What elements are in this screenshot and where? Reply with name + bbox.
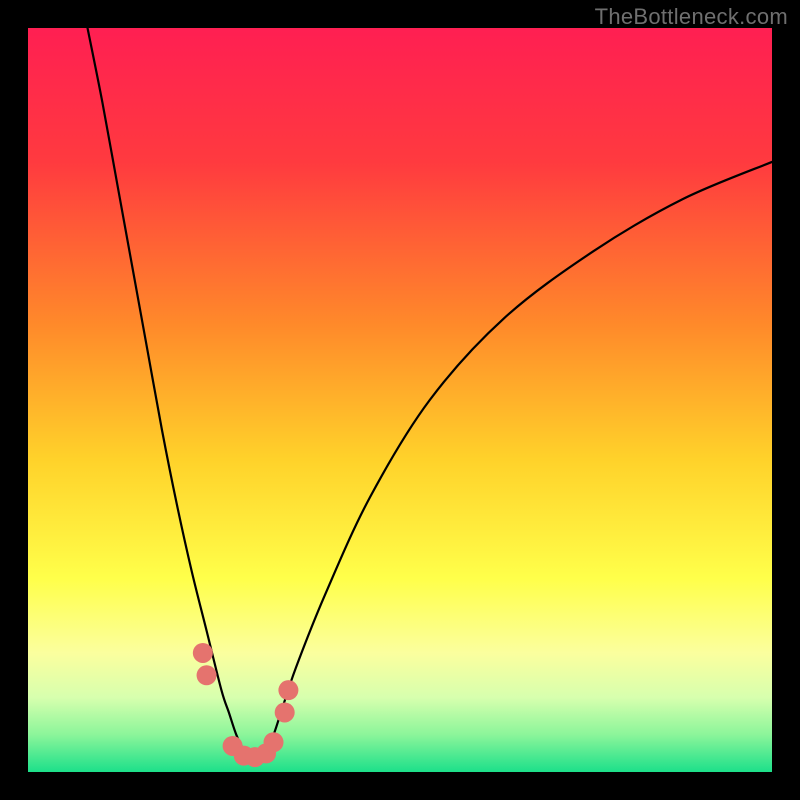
chart-background <box>28 28 772 772</box>
highlight-dot <box>278 680 298 700</box>
highlight-dot <box>275 702 295 722</box>
highlight-dot <box>197 665 217 685</box>
watermark-text: TheBottleneck.com <box>595 4 788 30</box>
highlight-dot <box>193 643 213 663</box>
chart-svg <box>28 28 772 772</box>
highlight-dot <box>264 732 284 752</box>
chart-frame <box>28 28 772 772</box>
